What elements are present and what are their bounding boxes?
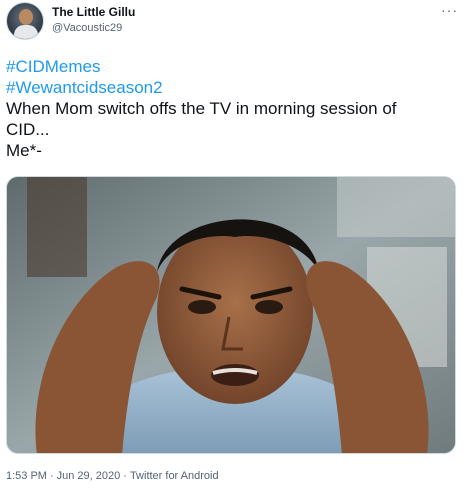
author-name[interactable]: The Little Gillu bbox=[52, 5, 135, 19]
tweet-date[interactable]: Jun 29, 2020 bbox=[57, 470, 121, 482]
tweet-text-line: When Mom switch offs the TV in morning s… bbox=[6, 99, 397, 118]
separator: · bbox=[123, 470, 127, 482]
tweet-media-image[interactable] bbox=[6, 176, 456, 454]
tweet-source[interactable]: Twitter for Android bbox=[130, 470, 219, 482]
tweet-card: The Little Gillu @Vacoustic29 ··· #CIDMe… bbox=[0, 0, 472, 492]
tweet-text-line: CID... bbox=[6, 120, 50, 139]
avatar-body bbox=[14, 25, 38, 39]
tweet-text: #CIDMemes #Wewantcidseason2 When Mom swi… bbox=[6, 56, 466, 161]
avatar[interactable] bbox=[6, 2, 44, 40]
avatar-head bbox=[19, 9, 33, 25]
hashtag-cidmemes[interactable]: #CIDMemes bbox=[6, 56, 466, 77]
author-handle[interactable]: @Vacoustic29 bbox=[52, 22, 122, 34]
more-icon[interactable]: ··· bbox=[441, 2, 458, 18]
meme-photo bbox=[7, 177, 455, 453]
separator: · bbox=[49, 470, 54, 482]
tweet-time[interactable]: 1:53 PM bbox=[6, 470, 47, 482]
hashtag-wewantcidseason2[interactable]: #Wewantcidseason2 bbox=[6, 77, 466, 98]
tweet-text-line: Me*- bbox=[6, 141, 42, 160]
tweet-meta: 1:53 PM · Jun 29, 2020 · Twitter for Android bbox=[6, 470, 219, 482]
